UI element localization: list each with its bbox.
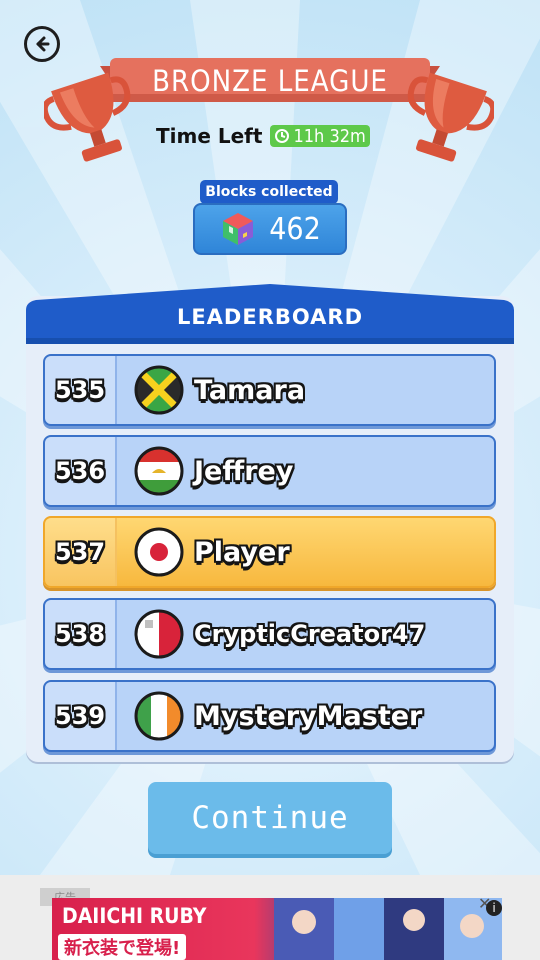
trophy-icon xyxy=(407,72,494,162)
rank-number: 539 xyxy=(54,702,106,730)
japan-flag-icon xyxy=(134,527,184,577)
blocks-collected-label: Blocks collected xyxy=(200,180,338,204)
time-left-label: Time Left xyxy=(156,124,263,148)
ad-banner[interactable]: DAIICHI RUBY 新衣装で登場! xyxy=(52,898,502,960)
ireland-flag-icon xyxy=(134,691,184,741)
time-left-badge: 11h 32m xyxy=(270,125,370,147)
rank-number: 536 xyxy=(54,457,106,485)
rank-cell: 538 xyxy=(45,600,117,668)
back-button[interactable] xyxy=(24,26,60,62)
ad-title: DAIICHI RUBY xyxy=(62,904,207,928)
leaderboard-row: 539 MysteryMaster xyxy=(43,680,496,752)
malta-flag-icon xyxy=(134,609,184,659)
player-name: Jeffrey xyxy=(194,455,294,487)
player-name: Player xyxy=(194,536,290,568)
cube-icon xyxy=(223,213,254,245)
time-left-row: Time Left 11h 32m xyxy=(156,122,370,150)
trophy-icon xyxy=(44,72,131,162)
leaderboard-row: 536 Jeffrey xyxy=(43,435,496,507)
league-title: BRONZE LEAGUE xyxy=(152,64,388,98)
clock-icon xyxy=(275,129,290,143)
jamaica-flag-icon xyxy=(134,365,184,415)
leaderboard-title: LEADERBOARD xyxy=(176,305,364,329)
leaderboard-row: 538 CrypticCreator47 xyxy=(43,598,496,670)
arrow-left-icon xyxy=(36,36,50,52)
blocks-collected-box: 462 xyxy=(193,203,347,255)
blocks-collected-value: 462 xyxy=(269,211,321,247)
rank-cell: 537 xyxy=(45,518,117,586)
rank-number: 535 xyxy=(54,376,106,404)
player-name: Tamara xyxy=(194,374,306,406)
player-name: CrypticCreator47 xyxy=(194,620,426,648)
rank-number: 538 xyxy=(54,620,106,648)
rank-cell: 536 xyxy=(45,437,117,505)
leaderboard-row-current-player: 537 Player xyxy=(43,516,496,588)
ad-subtitle: 新衣装で登場! xyxy=(58,934,187,960)
tajikistan-flag-icon xyxy=(134,446,184,496)
time-left-value: 11h 32m xyxy=(293,125,366,147)
rank-number: 537 xyxy=(54,538,106,566)
ad-artwork xyxy=(274,898,502,960)
rank-cell: 539 xyxy=(45,682,117,750)
leaderboard-row: 535 Tamara xyxy=(43,354,496,426)
ad-info-icon[interactable]: i xyxy=(486,900,502,916)
continue-button[interactable]: Continue xyxy=(148,782,392,854)
rank-cell: 535 xyxy=(45,356,117,424)
player-name: MysteryMaster xyxy=(194,700,423,732)
